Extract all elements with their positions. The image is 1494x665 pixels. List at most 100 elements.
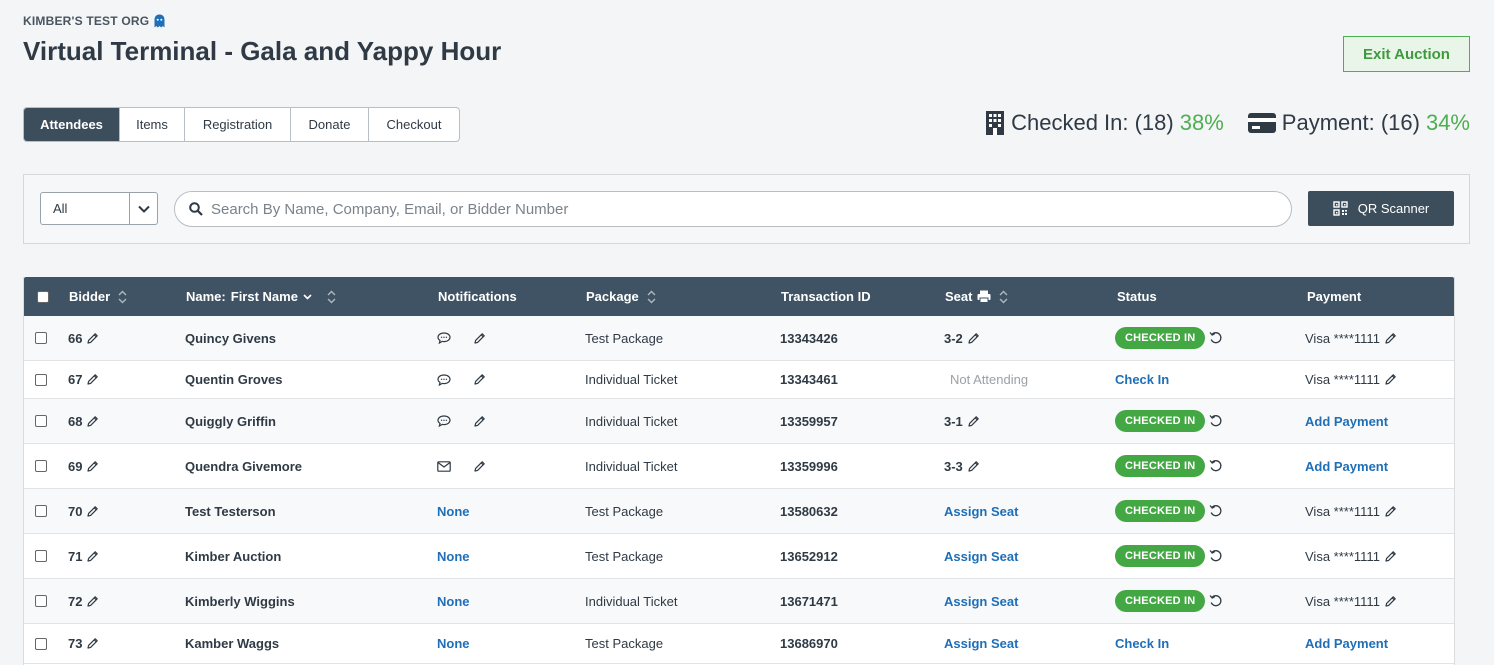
- table-row: 68 Quiggly Griffin Individual Ticket 133…: [24, 399, 1454, 444]
- status-cell: CHECKED IN: [1115, 444, 1223, 488]
- undo-icon[interactable]: [1209, 414, 1223, 428]
- attendee-name: Quendra Givemore: [185, 458, 303, 474]
- row-checkbox[interactable]: [35, 637, 47, 650]
- attendee-name: Kamber Waggs: [185, 636, 280, 651]
- add-payment-link[interactable]: Add Payment: [1305, 414, 1388, 429]
- attendee-name: Kimber Auction: [185, 548, 282, 564]
- pencil-icon[interactable]: [967, 415, 980, 428]
- pencil-icon[interactable]: [473, 373, 486, 386]
- row-checkbox[interactable]: [35, 505, 47, 517]
- select-all-checkbox[interactable]: [37, 290, 49, 303]
- search-input[interactable]: [203, 200, 1291, 218]
- add-payment-link[interactable]: Add Payment: [1305, 459, 1388, 474]
- assign-seat-link[interactable]: Assign Seat: [944, 594, 1018, 609]
- pencil-icon[interactable]: [473, 332, 486, 345]
- seat-status: Not Attending: [950, 372, 1029, 387]
- notifications-none-link[interactable]: None: [437, 636, 470, 651]
- payment-cell: Visa ****1111: [1305, 579, 1397, 623]
- filter-select[interactable]: All: [40, 192, 158, 225]
- assign-seat-link[interactable]: Assign Seat: [944, 504, 1018, 519]
- row-checkbox[interactable]: [35, 332, 47, 344]
- pencil-icon[interactable]: [86, 415, 99, 428]
- tab-checkout[interactable]: Checkout: [369, 108, 459, 141]
- pencil-icon[interactable]: [86, 505, 99, 518]
- pencil-icon[interactable]: [86, 460, 99, 473]
- column-bidder[interactable]: Bidder: [69, 277, 127, 316]
- chat-icon[interactable]: [437, 332, 451, 344]
- chevron-down-icon[interactable]: [129, 193, 157, 224]
- table-row: 70 Test Testerson None Test Package 1358…: [24, 489, 1454, 534]
- pencil-icon[interactable]: [86, 373, 99, 386]
- undo-icon[interactable]: [1209, 594, 1223, 608]
- exit-auction-button[interactable]: Exit Auction: [1343, 36, 1470, 72]
- pencil-icon[interactable]: [1384, 332, 1397, 345]
- tab-items[interactable]: Items: [120, 108, 185, 141]
- attendee-name: Quiggly Griffin: [185, 413, 276, 429]
- pencil-icon[interactable]: [1384, 550, 1397, 563]
- column-name[interactable]: Name: First Name: [186, 277, 336, 316]
- undo-icon[interactable]: [1209, 504, 1223, 518]
- row-checkbox[interactable]: [35, 595, 47, 607]
- undo-icon[interactable]: [1209, 331, 1223, 345]
- row-checkbox[interactable]: [35, 415, 47, 427]
- pencil-icon[interactable]: [86, 595, 99, 608]
- chat-icon[interactable]: [437, 373, 451, 386]
- pencil-icon[interactable]: [86, 332, 99, 345]
- pencil-icon[interactable]: [1384, 595, 1397, 608]
- pencil-icon[interactable]: [1384, 373, 1397, 386]
- row-checkbox-cell: [35, 399, 47, 443]
- row-checkbox[interactable]: [35, 373, 47, 386]
- seat-cell: 3-2: [944, 316, 980, 360]
- check-in-link[interactable]: Check In: [1115, 636, 1169, 651]
- notifications-cell: None: [437, 489, 470, 533]
- row-checkbox[interactable]: [35, 550, 47, 562]
- row-checkbox-cell: [35, 444, 47, 488]
- payment-card: Visa ****1111: [1305, 548, 1380, 564]
- notifications-none-link[interactable]: None: [437, 549, 470, 564]
- sort-icon[interactable]: [118, 290, 127, 304]
- org-name: KIMBER'S TEST ORG: [23, 14, 166, 28]
- pencil-icon[interactable]: [86, 550, 99, 563]
- seat-cell: 3-1: [944, 399, 980, 443]
- row-checkbox[interactable]: [35, 460, 47, 472]
- notifications-none-link[interactable]: None: [437, 504, 470, 519]
- assign-seat-link[interactable]: Assign Seat: [944, 636, 1018, 651]
- checked-in-percent: 38%: [1179, 110, 1224, 135]
- bidder-number: 73: [68, 636, 83, 651]
- column-status: Status: [1117, 289, 1157, 304]
- payment-card: Visa ****1111: [1305, 503, 1380, 519]
- undo-icon[interactable]: [1209, 549, 1223, 563]
- column-seat[interactable]: Seat: [945, 277, 1008, 316]
- check-in-link[interactable]: Check In: [1115, 372, 1169, 387]
- pencil-icon[interactable]: [473, 415, 486, 428]
- mail-icon[interactable]: [437, 460, 451, 472]
- undo-icon[interactable]: [1209, 459, 1223, 473]
- pencil-icon[interactable]: [1384, 505, 1397, 518]
- column-package[interactable]: Package: [586, 277, 656, 316]
- sort-icon[interactable]: [999, 290, 1008, 304]
- attendee-name: Quentin Groves: [185, 372, 283, 387]
- pencil-icon[interactable]: [967, 460, 980, 473]
- sort-icon[interactable]: [327, 290, 336, 304]
- tab-registration[interactable]: Registration: [185, 108, 291, 141]
- pencil-icon[interactable]: [967, 332, 980, 345]
- name-sort-field[interactable]: First Name: [231, 289, 298, 304]
- notifications-none-link[interactable]: None: [437, 594, 470, 609]
- sort-icon[interactable]: [647, 290, 656, 304]
- qr-scanner-button[interactable]: QR Scanner: [1308, 191, 1454, 226]
- table-row: 73 Kamber Waggs None Test Package 136869…: [24, 624, 1454, 664]
- pencil-icon[interactable]: [86, 637, 99, 650]
- add-payment-link[interactable]: Add Payment: [1305, 636, 1388, 651]
- attendees-table: Bidder Name: First Name Notifications Pa…: [23, 277, 1455, 665]
- pencil-icon[interactable]: [473, 460, 486, 473]
- assign-seat-link[interactable]: Assign Seat: [944, 549, 1018, 564]
- column-package-label: Package: [586, 289, 639, 304]
- chat-icon[interactable]: [437, 415, 451, 427]
- tab-donate[interactable]: Donate: [291, 108, 369, 141]
- printer-icon[interactable]: [977, 290, 991, 303]
- checked-in-badge: CHECKED IN: [1115, 590, 1206, 612]
- seat-value: 3-1: [944, 413, 963, 429]
- chevron-down-icon[interactable]: [303, 293, 312, 300]
- tab-attendees[interactable]: Attendees: [24, 108, 120, 141]
- column-payment: Payment: [1307, 289, 1362, 304]
